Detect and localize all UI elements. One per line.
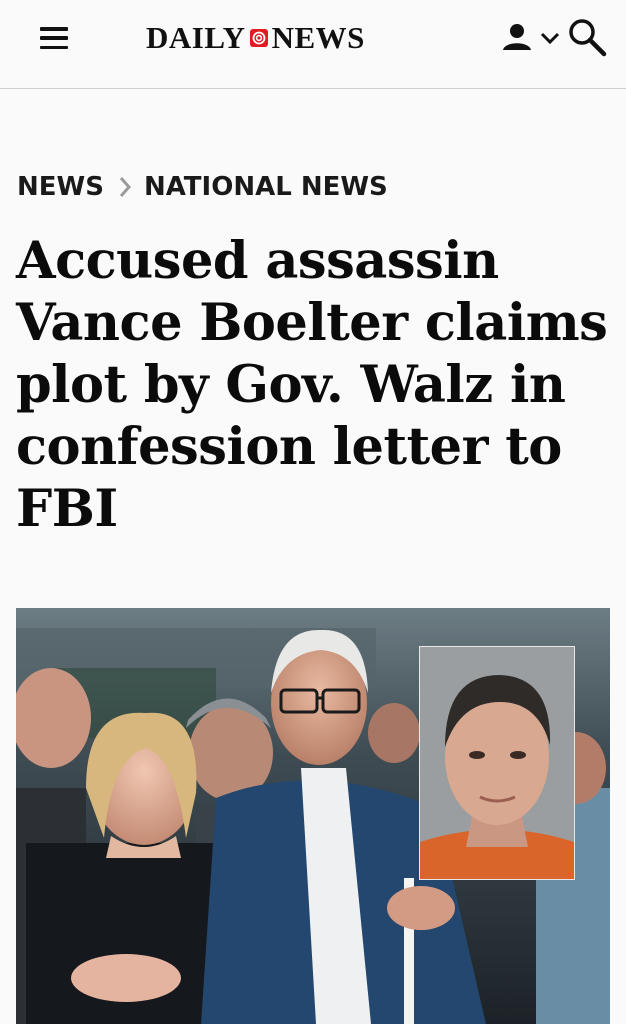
chevron-down-icon bbox=[540, 32, 560, 45]
chevron-right-icon bbox=[119, 177, 131, 197]
article-headline: Accused assassin Vance Boelter claims pl… bbox=[16, 231, 608, 539]
logo-text-left: DAILY bbox=[146, 20, 246, 55]
site-logo[interactable]: DAILY NEWS bbox=[146, 18, 365, 58]
user-icon bbox=[503, 24, 531, 50]
site-header: DAILY NEWS bbox=[0, 0, 626, 89]
mugshot-photo bbox=[420, 647, 574, 879]
logo-camera-icon bbox=[249, 29, 268, 47]
breadcrumb-news[interactable]: NEWS bbox=[17, 172, 104, 202]
logo-text-right: NEWS bbox=[271, 20, 365, 55]
hamburger-menu-icon[interactable] bbox=[40, 27, 68, 49]
account-button[interactable] bbox=[501, 20, 563, 56]
mugshot-inset bbox=[419, 646, 575, 880]
article-hero-image[interactable] bbox=[16, 608, 610, 1024]
breadcrumb: NEWS NATIONAL NEWS bbox=[17, 170, 388, 204]
breadcrumb-national-news[interactable]: NATIONAL NEWS bbox=[144, 172, 388, 202]
search-icon[interactable] bbox=[566, 16, 608, 58]
